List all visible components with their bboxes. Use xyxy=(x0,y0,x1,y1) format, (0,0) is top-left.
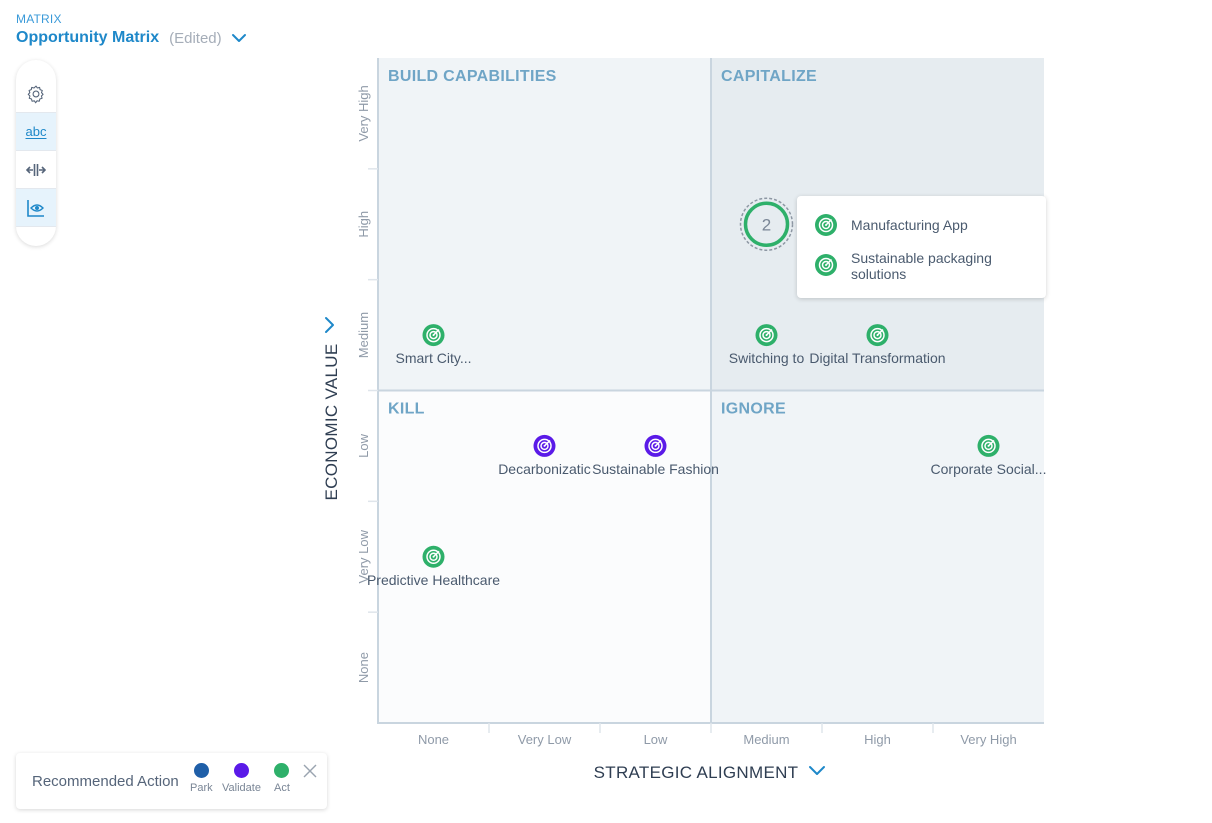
quadrant-title: CAPITALIZE xyxy=(721,68,817,85)
y-tick-label: High xyxy=(356,211,371,238)
y-tick-label: Low xyxy=(356,433,371,457)
legend-dot xyxy=(233,763,249,778)
y-tick-label: None xyxy=(356,652,371,683)
quadrant-title: KILL xyxy=(388,401,425,418)
quadrant-title: BUILD CAPABILITIES xyxy=(388,68,557,85)
data-point-label[interactable]: Corporate Social... xyxy=(931,461,1047,477)
x-tick-label: Very Low xyxy=(518,732,572,747)
y-tick-label: Medium xyxy=(356,312,371,358)
x-tick-label: None xyxy=(418,732,449,747)
x-tick-label: High xyxy=(864,732,891,747)
x-tick-label: Low xyxy=(644,732,668,747)
tooltip-item[interactable]: Manufacturing App xyxy=(815,214,1021,236)
x-tick-label: Very High xyxy=(960,732,1016,747)
target-icon[interactable] xyxy=(755,324,778,347)
target-icon[interactable] xyxy=(977,434,1000,457)
x-tick-label: Medium xyxy=(743,732,789,747)
data-point-label[interactable]: Smart City... xyxy=(396,350,472,366)
legend-item-park[interactable]: Park xyxy=(190,763,213,794)
data-point-label[interactable]: Decarbonizatic xyxy=(498,461,591,477)
legend-dot xyxy=(274,763,290,778)
target-icon[interactable] xyxy=(866,324,889,347)
chevron-right-icon[interactable] xyxy=(325,317,334,333)
legend-label: Act xyxy=(274,782,290,794)
cluster-tooltip: Manufacturing App Sustainable packaging … xyxy=(797,196,1046,298)
chevron-down-icon[interactable] xyxy=(809,766,825,775)
data-point-label[interactable]: Digital Transformation xyxy=(809,350,945,366)
legend-dot xyxy=(193,763,209,778)
quadrant-title: IGNORE xyxy=(721,401,786,418)
cluster-marker[interactable]: 2 xyxy=(739,197,794,251)
tooltip-item-label: Manufacturing App xyxy=(851,217,968,233)
close-icon[interactable] xyxy=(302,763,318,779)
target-icon xyxy=(815,214,837,236)
target-icon[interactable] xyxy=(422,545,445,568)
y-axis-title[interactable]: ECONOMIC VALUE xyxy=(322,344,341,501)
legend-item-act[interactable]: Act xyxy=(274,763,290,794)
tooltip-item-label: Sustainable packaging solutions xyxy=(851,250,992,282)
x-axis-title[interactable]: STRATEGIC ALIGNMENT xyxy=(594,763,799,782)
tooltip-item[interactable]: Sustainable packaging solutions xyxy=(815,250,1021,282)
legend-label: Validate xyxy=(222,782,261,794)
target-icon[interactable] xyxy=(644,434,667,457)
data-point-label[interactable]: Sustainable Fashion xyxy=(592,461,719,477)
target-icon[interactable] xyxy=(533,434,556,457)
opportunity-matrix-chart: BUILD CAPABILITIES CAPITALIZE KILL IGNORE N… xyxy=(322,58,1047,782)
legend-item-validate[interactable]: Validate xyxy=(222,763,261,794)
legend: Recommended Action Park Validate Act xyxy=(16,753,327,809)
data-point-label[interactable]: Switching to xyxy=(729,350,805,366)
y-tick-label: Very High xyxy=(356,85,371,141)
target-icon xyxy=(815,254,837,276)
legend-label: Park xyxy=(190,782,213,794)
legend-title: Recommended Action xyxy=(32,773,179,790)
target-icon[interactable] xyxy=(422,324,445,347)
cluster-count: 2 xyxy=(762,215,771,234)
data-point-label[interactable]: Predictive Healthcare xyxy=(367,572,500,588)
